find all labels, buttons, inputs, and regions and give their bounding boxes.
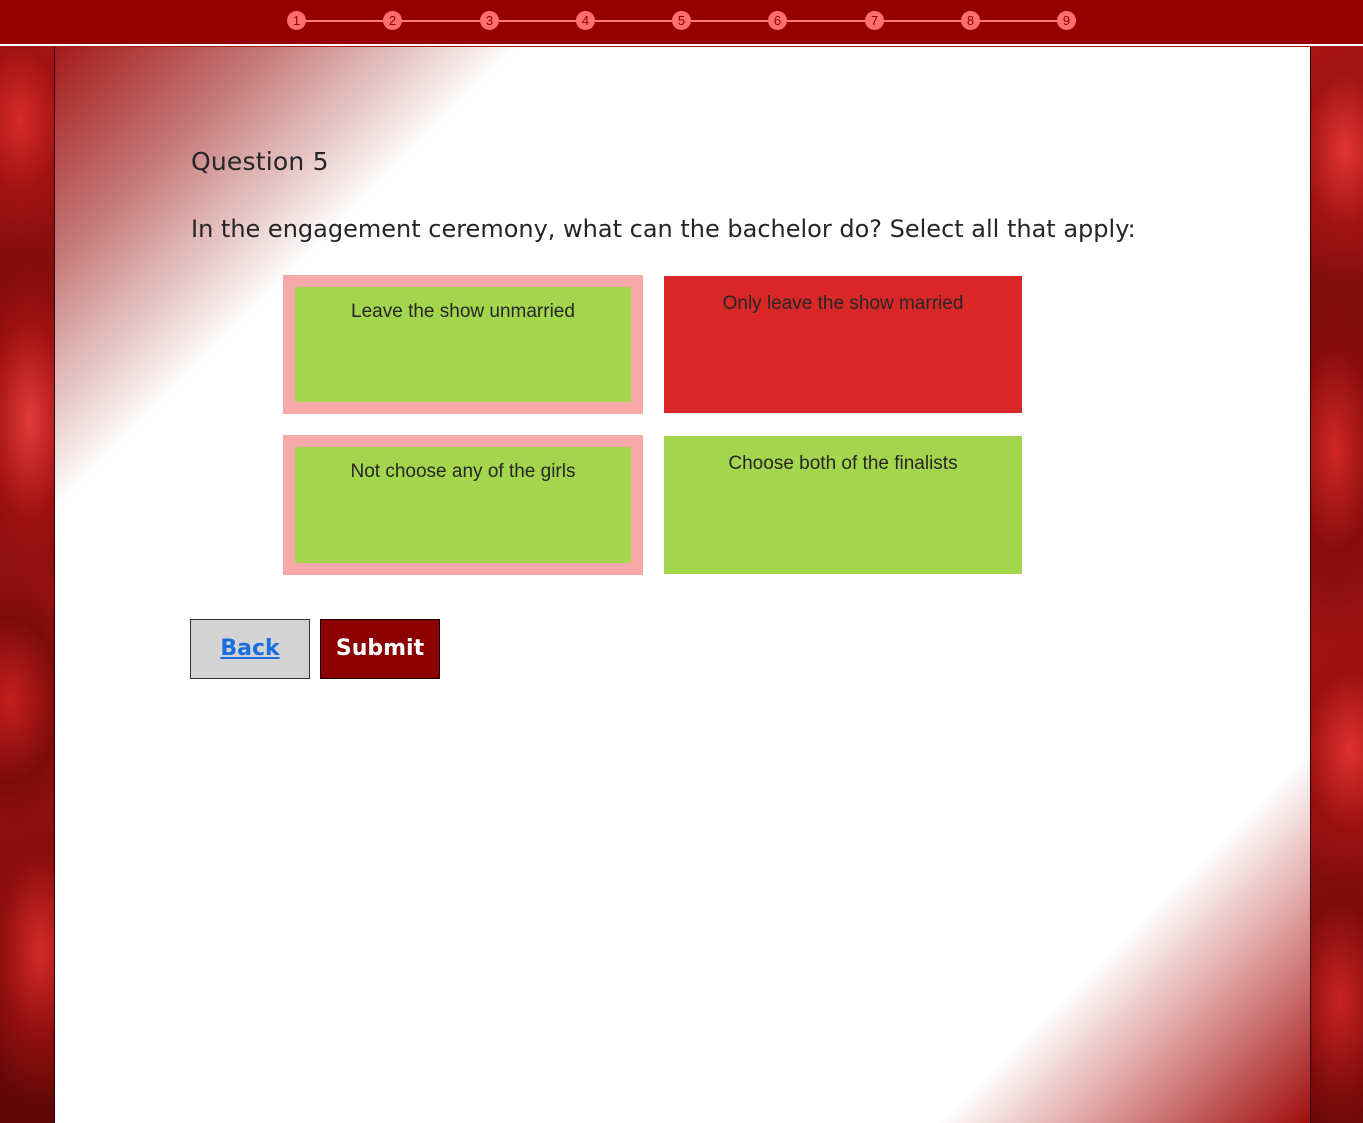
answer-option-not-choose-any[interactable]: Not choose any of the girls xyxy=(283,435,643,575)
answer-option-choose-both[interactable]: Choose both of the finalists xyxy=(664,436,1022,574)
progress-step-4[interactable]: 4 xyxy=(576,11,595,30)
quiz-panel: Question 5 In the engagement ceremony, w… xyxy=(54,47,1311,1123)
answer-option-leave-unmarried[interactable]: Leave the show unmarried xyxy=(283,275,643,414)
answer-option-label: Choose both of the finalists xyxy=(728,453,958,474)
progress-step-7[interactable]: 7 xyxy=(865,11,884,30)
answer-option-label: Not choose any of the girls xyxy=(350,461,576,482)
question-text: In the engagement ceremony, what can the… xyxy=(191,215,1136,243)
progress-step-8[interactable]: 8 xyxy=(961,11,980,30)
submit-button[interactable]: Submit xyxy=(320,619,440,679)
answer-option-only-leave-married[interactable]: Only leave the show married xyxy=(664,276,1022,413)
progress-step-3[interactable]: 3 xyxy=(480,11,499,30)
progress-bar: 1 2 3 4 5 6 7 8 9 xyxy=(0,0,1363,46)
progress-step-1[interactable]: 1 xyxy=(287,11,306,30)
progress-step-9[interactable]: 9 xyxy=(1057,11,1076,30)
progress-step-5[interactable]: 5 xyxy=(672,11,691,30)
question-number: Question 5 xyxy=(191,147,329,176)
progress-step-6[interactable]: 6 xyxy=(768,11,787,30)
progress-step-2[interactable]: 2 xyxy=(383,11,402,30)
back-button[interactable]: Back xyxy=(190,619,310,679)
answer-option-label: Only leave the show married xyxy=(722,293,964,314)
answer-option-label: Leave the show unmarried xyxy=(351,301,575,322)
